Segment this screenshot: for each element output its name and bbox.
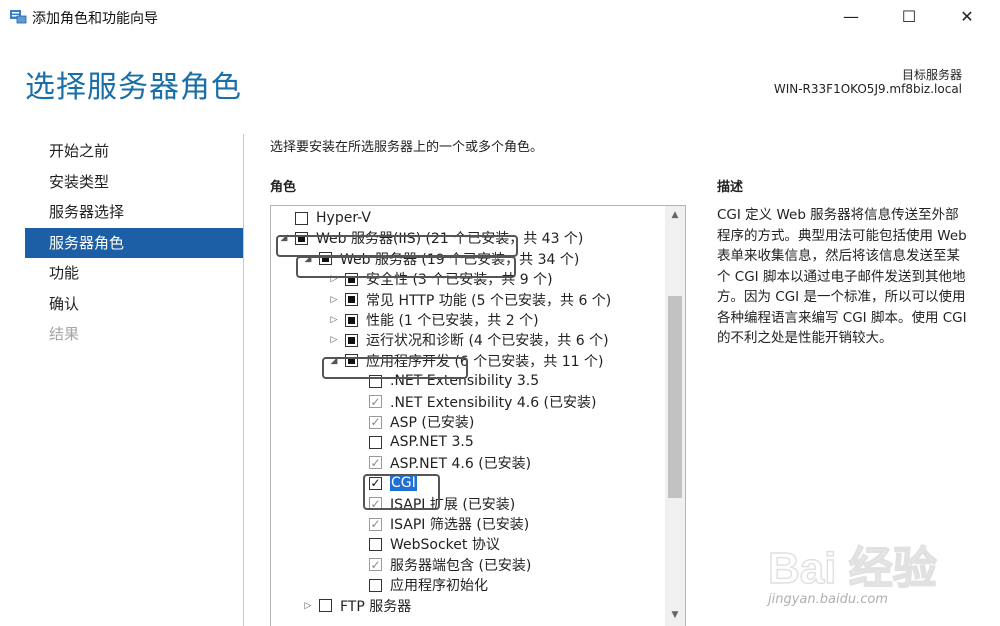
installed-check-icon: ✓	[370, 394, 381, 409]
tree-row-label: WebSocket 协议	[390, 537, 500, 554]
role-checkbox[interactable]	[295, 211, 308, 225]
partial-check-icon	[348, 296, 355, 304]
tree-row-label: ISAPI 筛选器 (已安装)	[390, 517, 530, 533]
annotation-box-cgi	[363, 474, 440, 510]
partial-check-icon	[348, 336, 355, 344]
role-checkbox[interactable]	[345, 293, 358, 307]
nav-item-server-selection[interactable]: 服务器选择	[25, 197, 243, 228]
expand-arrow-icon[interactable]: ▷	[327, 333, 341, 347]
wizard-nav: 开始之前 安装类型 服务器选择 服务器角色 功能 确认 结果	[25, 136, 243, 350]
tree-row[interactable]: ✓ ASP (已安装)	[351, 412, 474, 432]
description-heading: 描述	[717, 180, 744, 195]
tree-row[interactable]: Hyper-V	[277, 208, 371, 228]
role-checkbox[interactable]	[345, 313, 358, 327]
installed-check-icon: ✓	[370, 557, 381, 572]
role-checkbox[interactable]	[369, 578, 382, 592]
tree-row-label: ASP.NET 4.6 (已安装)	[390, 455, 532, 472]
description-text: CGI 定义 Web 服务器将信息传送至外部程序的方式。典型用法可能包括使用 W…	[717, 207, 967, 346]
tree-row[interactable]: ✓ .NET Extensibility 4.6 (已安装)	[351, 392, 596, 412]
tree-row[interactable]: ▷ FTP 服务器	[301, 596, 412, 616]
tree-row-label: 常见 HTTP 功能 (5 个已安装，共 6 个)	[366, 292, 612, 309]
maximize-button[interactable]: ☐	[886, 0, 932, 32]
minimize-button[interactable]: —	[828, 0, 874, 32]
close-button[interactable]: ✕	[944, 0, 990, 32]
nav-item-features[interactable]: 功能	[25, 258, 243, 289]
page-title: 选择服务器角色	[25, 70, 242, 105]
tree-row-label: FTP 服务器	[340, 598, 412, 615]
tree-row[interactable]: ✓ ISAPI 筛选器 (已安装)	[351, 514, 529, 534]
roles-heading: 角色	[270, 180, 297, 195]
installed-check-icon: ✓	[370, 415, 381, 429]
role-checkbox[interactable]: ✓	[369, 394, 382, 409]
role-checkbox[interactable]	[369, 537, 382, 551]
target-server-label: 目标服务器	[901, 68, 962, 82]
role-checkbox[interactable]	[319, 599, 332, 613]
nav-item-server-roles[interactable]: 服务器角色	[25, 227, 243, 258]
tree-row[interactable]: ▷ 常见 HTTP 功能 (5 个已安装，共 6 个)	[327, 290, 612, 310]
role-checkbox[interactable]: ✓	[369, 517, 382, 531]
scroll-up-arrow-icon[interactable]: ▲	[665, 206, 685, 224]
expand-arrow-icon[interactable]: ▷	[327, 313, 341, 327]
role-checkbox[interactable]: ✓	[369, 455, 382, 470]
nav-item-confirmation[interactable]: 确认	[25, 289, 243, 320]
watermark-brand: Bai 经验	[768, 544, 937, 593]
tree-row-label: ASP (已安装)	[390, 415, 475, 431]
target-server-value: WIN-R33F1OKO5J9.mf8biz.local	[773, 82, 962, 96]
role-checkbox[interactable]	[369, 435, 382, 449]
installed-check-icon: ✓	[370, 517, 381, 531]
roles-tree-scrollbar[interactable]: ▲ ▼	[665, 206, 685, 626]
tree-row[interactable]: ▷ 运行状况和诊断 (4 个已安装，共 6 个)	[327, 330, 609, 350]
watermark-url: jingyan.baidu.com	[768, 592, 888, 607]
nav-divider	[243, 134, 244, 626]
tree-row[interactable]: ▷ 性能 (1 个已安装，共 2 个)	[327, 310, 539, 330]
installed-check-icon: ✓	[370, 455, 381, 470]
role-checkbox[interactable]	[345, 333, 358, 347]
tree-row-label: .NET Extensibility 4.6 (已安装)	[390, 394, 597, 411]
nav-item-installation-type[interactable]: 安装类型	[25, 167, 243, 198]
tree-row[interactable]: ✓ 服务器端包含 (已安装)	[351, 555, 531, 575]
scroll-thumb[interactable]	[668, 296, 682, 498]
instruction-text: 选择要安装在所选服务器上的一个或多个角色。	[270, 140, 544, 155]
nav-item-before-you-begin[interactable]: 开始之前	[25, 136, 243, 167]
server-manager-icon	[10, 10, 27, 24]
window-title: 添加角色和功能向导	[32, 11, 158, 27]
tree-row-label: 服务器端包含 (已安装)	[390, 557, 532, 574]
tree-row[interactable]: ASP.NET 3.5	[351, 432, 474, 452]
tree-row[interactable]: ✓ ASP.NET 4.6 (已安装)	[351, 453, 531, 473]
tree-row-label: 运行状况和诊断 (4 个已安装，共 6 个)	[366, 333, 609, 350]
role-checkbox[interactable]: ✓	[369, 415, 382, 429]
tree-row-label: 性能 (1 个已安装，共 2 个)	[366, 313, 539, 329]
annotation-box-web-server-iis	[276, 235, 518, 257]
title-bar: 添加角色和功能向导 — ☐ ✕	[0, 0, 1000, 34]
partial-check-icon	[348, 316, 355, 324]
nav-item-results: 结果	[49, 325, 80, 343]
tree-row-label: 应用程序初始化	[390, 578, 488, 595]
role-checkbox[interactable]: ✓	[369, 557, 382, 572]
annotation-box-web-server	[296, 256, 516, 278]
tree-row-label: ASP.NET 3.5	[390, 434, 474, 451]
tree-row[interactable]: 应用程序初始化	[351, 575, 488, 595]
expand-arrow-icon[interactable]: ▷	[301, 599, 315, 613]
tree-row[interactable]: WebSocket 协议	[351, 534, 500, 554]
scroll-down-arrow-icon[interactable]: ▼	[665, 606, 685, 624]
expand-arrow-icon[interactable]: ▷	[327, 293, 341, 307]
annotation-box-app-development	[322, 357, 468, 379]
tree-row-label: Hyper-V	[316, 210, 371, 226]
